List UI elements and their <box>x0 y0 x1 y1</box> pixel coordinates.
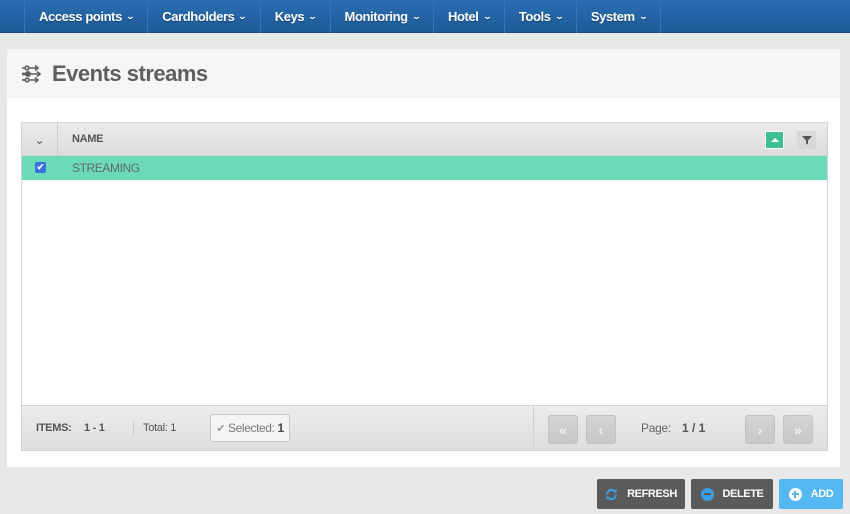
nav-item-monitoring[interactable]: Monitoring ⌄ <box>329 0 433 33</box>
nav-item-cardholders[interactable]: Cardholders ⌄ <box>147 0 259 33</box>
add-button[interactable]: ADD <box>779 479 843 509</box>
nav-item-system[interactable]: System ⌄ <box>575 0 662 33</box>
row-checkbox[interactable]: ✔ <box>35 162 46 173</box>
chevron-down-icon: ⌄ <box>554 12 564 21</box>
nav-item-hotel[interactable]: Hotel ⌄ <box>433 0 504 33</box>
page-title: Events streams <box>52 60 208 86</box>
nav-item-tools[interactable]: Tools ⌄ <box>503 0 576 33</box>
refresh-label: REFRESH <box>627 488 677 500</box>
nav-item-label: Keys <box>274 9 305 24</box>
delete-button[interactable]: DELETE <box>691 479 773 509</box>
nav-item-label: Tools <box>518 9 551 24</box>
chevron-down-icon: ⌄ <box>411 12 421 21</box>
chevron-down-icon: ⌄ <box>482 12 492 21</box>
nav-item-label: Cardholders <box>162 9 235 24</box>
delete-label: DELETE <box>722 488 764 500</box>
filter-button[interactable] <box>797 131 816 149</box>
items-range: 1 - 1 <box>84 422 105 434</box>
double-chevron-left-icon: « <box>559 421 567 438</box>
refresh-icon <box>606 488 617 500</box>
page-value: 1 / 1 <box>682 421 706 435</box>
total-count: Total: 1 <box>143 422 177 434</box>
table-header: ⌄ NAME <box>22 123 827 156</box>
plus-circle-icon <box>788 487 802 501</box>
chevron-down-icon: ⌄ <box>638 12 648 21</box>
refresh-button[interactable]: REFRESH <box>597 479 685 509</box>
add-label: ADD <box>810 488 834 500</box>
divider <box>133 421 134 436</box>
minus-circle-icon <box>700 487 714 501</box>
chevron-right-icon: › <box>757 421 763 438</box>
items-label: ITEMS: <box>36 422 72 434</box>
events-stream-icon <box>22 64 42 83</box>
chevron-left-icon: ‹ <box>598 421 604 438</box>
last-page-button[interactable]: » <box>783 415 813 444</box>
main-panel: Events streams ⌄ NAME ✔ STREAMING ITEMS:… <box>7 49 840 467</box>
selected-filter-button[interactable]: ✔ Selected: 1 <box>210 414 290 442</box>
nav-menu: Access points ⌄ Cardholders ⌄ Keys ⌄ Monito… <box>24 0 662 33</box>
nav-item-label: Hotel <box>448 9 479 24</box>
chevron-down-icon: ⌄ <box>238 12 248 21</box>
events-streams-table: ⌄ NAME ✔ STREAMING <box>21 122 828 406</box>
column-header-name[interactable]: NAME <box>72 123 104 156</box>
selected-label: Selected: <box>228 421 275 435</box>
nav-item-label: System <box>590 9 635 24</box>
select-all-toggle[interactable]: ⌄ <box>22 123 58 156</box>
sort-ascending-button[interactable] <box>765 131 784 149</box>
nav-item-access-points[interactable]: Access points ⌄ <box>24 0 147 33</box>
first-page-button[interactable]: « <box>548 415 578 444</box>
checkmark-icon: ✔ <box>216 422 226 435</box>
row-name-cell: STREAMING <box>72 161 140 175</box>
sort-up-icon <box>770 138 779 142</box>
table-row[interactable]: ✔ STREAMING <box>22 156 827 180</box>
chevron-down-icon: ⌄ <box>125 12 135 21</box>
double-chevron-right-icon: » <box>794 421 802 438</box>
checkmark-icon: ✔ <box>36 162 45 172</box>
top-navigation-bar: Access points ⌄ Cardholders ⌄ Keys ⌄ Monito… <box>0 0 850 33</box>
next-page-button[interactable]: › <box>745 415 775 444</box>
nav-item-label: Monitoring <box>344 9 409 24</box>
previous-page-button[interactable]: ‹ <box>586 415 616 444</box>
page-label: Page: <box>641 421 671 435</box>
table-footer: ITEMS: 1 - 1 Total: 1 ✔ Selected: 1 « ‹ … <box>21 406 828 451</box>
page-header: Events streams <box>7 49 840 98</box>
chevron-down-icon: ⌄ <box>34 132 45 147</box>
selected-count: 1 <box>277 421 284 435</box>
divider <box>533 406 534 451</box>
chevron-down-icon: ⌄ <box>307 12 317 21</box>
nav-item-keys[interactable]: Keys ⌄ <box>259 0 330 33</box>
filter-icon <box>801 136 812 145</box>
nav-item-label: Access points <box>39 9 122 24</box>
